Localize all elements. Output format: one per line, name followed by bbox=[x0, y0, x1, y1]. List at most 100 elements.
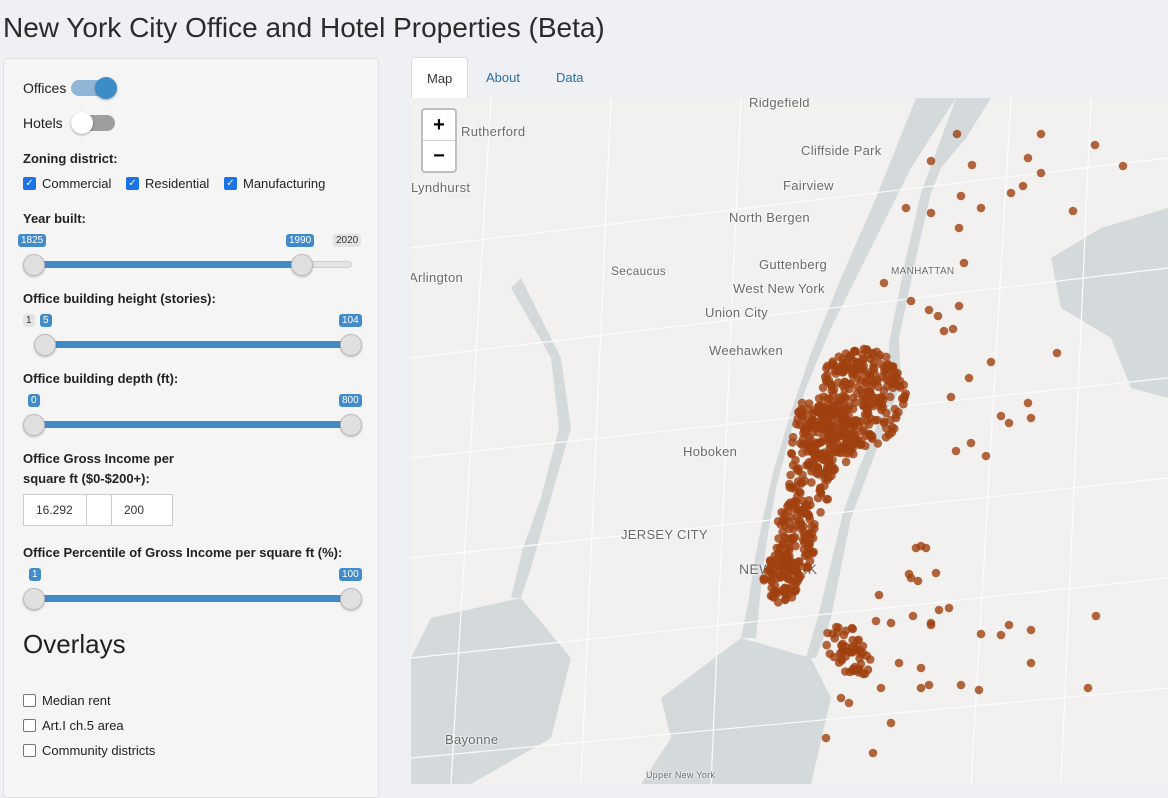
property-marker[interactable] bbox=[789, 558, 799, 568]
property-marker[interactable] bbox=[868, 748, 878, 758]
property-marker[interactable] bbox=[782, 572, 792, 582]
property-marker[interactable] bbox=[782, 534, 792, 543]
property-marker[interactable] bbox=[871, 616, 881, 626]
checkbox-checked-icon[interactable]: ✓ bbox=[126, 177, 139, 190]
checkbox-checked-icon[interactable]: ✓ bbox=[23, 177, 36, 190]
slider-from-handle[interactable] bbox=[23, 588, 45, 610]
property-marker[interactable] bbox=[974, 685, 984, 695]
property-marker[interactable] bbox=[781, 521, 790, 530]
property-marker[interactable] bbox=[811, 450, 820, 459]
tab-map[interactable]: Map bbox=[411, 57, 468, 99]
property-marker[interactable] bbox=[798, 448, 807, 458]
checkbox-unchecked-icon[interactable] bbox=[23, 744, 36, 757]
property-marker[interactable] bbox=[822, 495, 831, 504]
zoning-commercial-checkbox[interactable]: ✓ Commercial bbox=[23, 176, 111, 191]
property-marker[interactable] bbox=[827, 360, 837, 370]
property-marker[interactable] bbox=[895, 376, 905, 386]
property-marker[interactable] bbox=[848, 438, 858, 448]
property-marker[interactable] bbox=[868, 378, 878, 388]
property-marker[interactable] bbox=[964, 373, 974, 383]
property-marker[interactable] bbox=[939, 326, 949, 336]
property-marker[interactable] bbox=[885, 392, 895, 402]
property-marker[interactable] bbox=[996, 411, 1006, 421]
property-marker[interactable] bbox=[911, 543, 921, 553]
property-marker[interactable] bbox=[836, 693, 846, 703]
property-marker[interactable] bbox=[850, 366, 860, 375]
property-marker[interactable] bbox=[840, 385, 849, 394]
property-marker[interactable] bbox=[946, 392, 956, 402]
property-marker[interactable] bbox=[806, 547, 816, 557]
property-marker[interactable] bbox=[851, 419, 861, 428]
property-marker[interactable] bbox=[814, 423, 824, 433]
property-marker[interactable] bbox=[924, 305, 934, 315]
property-marker[interactable] bbox=[800, 506, 810, 515]
property-marker[interactable] bbox=[877, 400, 887, 409]
property-marker[interactable] bbox=[951, 446, 961, 456]
property-marker[interactable] bbox=[813, 493, 823, 503]
property-marker[interactable] bbox=[959, 258, 969, 268]
percentile-slider[interactable]: 1 100 bbox=[23, 565, 363, 615]
gross-income-max-input[interactable]: 200 bbox=[111, 494, 173, 526]
property-marker[interactable] bbox=[865, 655, 875, 664]
property-marker[interactable] bbox=[874, 590, 884, 600]
property-marker[interactable] bbox=[1068, 206, 1078, 216]
property-marker[interactable] bbox=[818, 455, 827, 464]
property-marker[interactable] bbox=[789, 524, 798, 534]
property-marker[interactable] bbox=[796, 439, 805, 448]
property-marker[interactable] bbox=[800, 476, 810, 486]
property-marker[interactable] bbox=[976, 203, 986, 213]
property-marker[interactable] bbox=[862, 403, 872, 412]
slider-to-handle[interactable] bbox=[291, 254, 313, 276]
property-marker[interactable] bbox=[1004, 418, 1014, 428]
property-marker[interactable] bbox=[1026, 658, 1036, 668]
property-marker[interactable] bbox=[813, 463, 822, 472]
property-marker[interactable] bbox=[1004, 620, 1014, 630]
property-marker[interactable] bbox=[787, 449, 797, 459]
property-marker[interactable] bbox=[781, 550, 791, 559]
property-marker[interactable] bbox=[783, 506, 793, 516]
property-marker[interactable] bbox=[803, 563, 812, 573]
property-marker[interactable] bbox=[771, 588, 780, 597]
slider-to-handle[interactable] bbox=[340, 588, 362, 610]
property-marker[interactable] bbox=[1052, 348, 1062, 358]
property-marker[interactable] bbox=[986, 357, 996, 367]
property-marker[interactable] bbox=[781, 559, 791, 568]
property-marker[interactable] bbox=[821, 733, 831, 743]
slider-to-handle[interactable] bbox=[340, 414, 362, 436]
offices-toggle-row[interactable]: Offices bbox=[23, 77, 117, 99]
property-marker[interactable] bbox=[860, 669, 870, 678]
property-marker[interactable] bbox=[1091, 611, 1101, 621]
property-marker[interactable] bbox=[881, 352, 891, 362]
property-marker[interactable] bbox=[956, 680, 966, 690]
property-marker[interactable] bbox=[872, 415, 882, 425]
property-marker[interactable] bbox=[797, 398, 807, 408]
property-marker[interactable] bbox=[1026, 625, 1036, 635]
tab-data[interactable]: Data bbox=[541, 57, 598, 99]
property-marker[interactable] bbox=[799, 428, 808, 438]
property-marker[interactable] bbox=[847, 623, 857, 633]
overlay-community-districts-checkbox[interactable]: Community districts bbox=[23, 743, 155, 758]
property-marker[interactable] bbox=[788, 586, 798, 596]
property-marker[interactable] bbox=[850, 662, 860, 672]
property-marker[interactable] bbox=[793, 414, 802, 424]
property-marker[interactable] bbox=[1023, 398, 1033, 408]
property-marker[interactable] bbox=[879, 278, 889, 288]
property-marker[interactable] bbox=[868, 350, 877, 359]
property-marker[interactable] bbox=[817, 400, 826, 410]
property-marker[interactable] bbox=[822, 640, 831, 650]
slider-from-handle[interactable] bbox=[34, 334, 56, 356]
gross-income-min-input[interactable]: 16.292 bbox=[23, 494, 87, 526]
property-marker[interactable] bbox=[786, 470, 795, 480]
slider-from-handle[interactable] bbox=[23, 254, 45, 276]
property-marker[interactable] bbox=[886, 718, 896, 728]
property-marker[interactable] bbox=[933, 311, 943, 321]
property-marker[interactable] bbox=[826, 436, 836, 445]
property-marker[interactable] bbox=[906, 573, 916, 583]
property-marker[interactable] bbox=[916, 683, 926, 693]
property-marker[interactable] bbox=[897, 394, 907, 403]
tab-about[interactable]: About bbox=[471, 57, 535, 99]
property-marker[interactable] bbox=[836, 425, 846, 435]
property-marker[interactable] bbox=[858, 641, 868, 651]
property-marker[interactable] bbox=[1026, 413, 1036, 423]
property-marker[interactable] bbox=[865, 429, 875, 439]
